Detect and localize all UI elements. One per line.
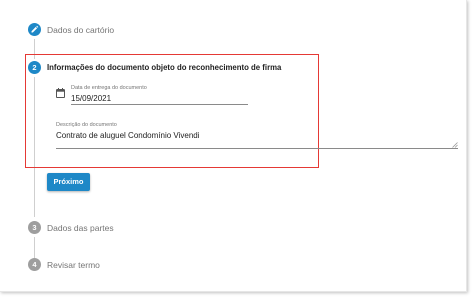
step-3-label[interactable]: Dados das partes <box>47 223 114 233</box>
step-4-circle[interactable]: 4 <box>28 258 41 271</box>
step-3-circle[interactable]: 3 <box>28 221 41 234</box>
stepper-connector <box>34 237 35 258</box>
description-field-input[interactable]: Contrato de aluguel Condomínio Vivendi <box>56 131 200 140</box>
description-field-label: Descrição do documento <box>56 122 117 128</box>
resize-handle-icon[interactable] <box>452 142 458 148</box>
date-field-label: Data de entrega do documento <box>71 85 147 91</box>
step-1-circle[interactable] <box>28 23 41 36</box>
description-field-underline <box>56 148 458 149</box>
stepper-panel: Dados do cartório 2 Informações do docum… <box>0 0 467 292</box>
highlight-box <box>25 54 319 168</box>
date-field-underline <box>71 104 248 105</box>
calendar-icon[interactable] <box>56 88 65 98</box>
step-1-label[interactable]: Dados do cartório <box>47 25 114 35</box>
step-4-label[interactable]: Revisar termo <box>47 260 100 270</box>
next-button[interactable]: Próximo <box>47 173 90 191</box>
date-field-input[interactable]: 15/09/2021 <box>71 94 111 103</box>
pencil-icon <box>31 25 39 33</box>
